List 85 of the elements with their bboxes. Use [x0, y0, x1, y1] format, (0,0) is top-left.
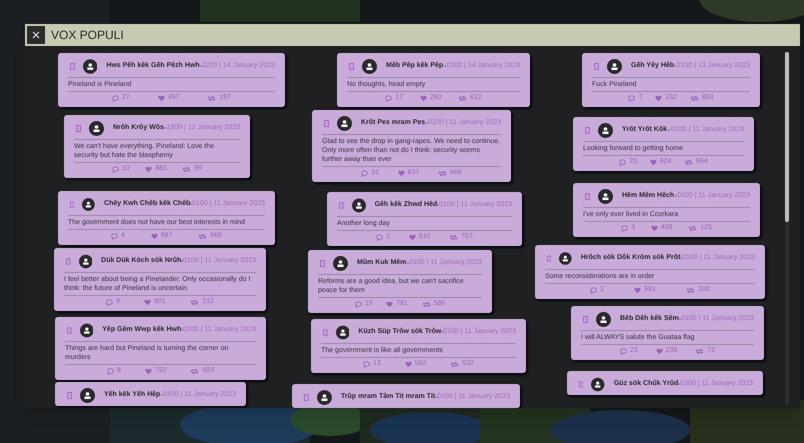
comment-icon	[620, 348, 627, 355]
repost-icon	[190, 368, 200, 375]
avatar-icon	[607, 58, 622, 74]
comment-icon	[106, 299, 114, 306]
avatar-icon	[80, 322, 94, 338]
comment-icon	[112, 166, 119, 173]
heart-icon	[150, 233, 158, 240]
comment-icon	[385, 95, 392, 102]
comment-icon	[112, 95, 119, 102]
bookmark-icon	[66, 258, 71, 264]
bookmark-icon	[67, 392, 72, 398]
repost-icon	[695, 348, 704, 355]
bookmark-icon	[547, 254, 552, 262]
scrollbar-thumb[interactable]	[785, 52, 789, 222]
bookmark-icon	[70, 200, 74, 208]
avatar-icon	[559, 250, 572, 266]
avatar-icon	[78, 254, 92, 268]
heart-icon	[386, 301, 394, 308]
comment-icon	[376, 234, 384, 241]
comment-icon	[361, 170, 368, 177]
heart-icon	[656, 348, 663, 355]
comment-icon	[106, 368, 114, 375]
heart-icon	[158, 95, 165, 102]
repost-icon	[688, 225, 698, 232]
bookmark-icon	[585, 126, 590, 134]
repost-icon	[182, 166, 192, 173]
avatar-icon	[89, 120, 104, 136]
bookmark-icon	[76, 124, 81, 132]
avatar-icon	[591, 376, 605, 392]
heart-icon	[144, 299, 152, 306]
avatar-icon	[596, 312, 611, 326]
bookmark-icon	[320, 260, 325, 266]
heart-icon	[145, 166, 152, 173]
bookmark-icon	[304, 394, 309, 400]
heart-icon	[650, 225, 658, 232]
bookmark-icon	[594, 62, 599, 70]
avatar-icon	[82, 196, 96, 212]
bookmark-icon	[339, 202, 344, 208]
repost-icon	[422, 301, 430, 308]
bookmark-icon	[579, 380, 584, 388]
avatar-icon	[337, 116, 352, 130]
repost-icon	[190, 299, 200, 306]
comment-icon	[620, 225, 628, 232]
heart-icon	[650, 159, 657, 166]
bookmark-icon	[583, 316, 588, 322]
heart-icon	[398, 170, 405, 177]
bookmark-icon	[323, 328, 328, 336]
repost-icon	[450, 361, 460, 368]
repost-icon	[207, 95, 216, 102]
heart-icon	[655, 95, 662, 102]
close-icon	[32, 31, 40, 39]
avatar-icon	[598, 122, 613, 138]
bookmark-icon	[585, 192, 590, 200]
close-button[interactable]	[27, 26, 45, 44]
comment-icon	[619, 159, 626, 166]
comment-icon	[628, 95, 636, 102]
repost-icon	[449, 234, 458, 241]
avatar-icon	[336, 324, 350, 340]
avatar-icon	[352, 198, 366, 212]
repost-icon	[686, 287, 696, 294]
bookmark-icon	[324, 120, 329, 126]
bookmark-icon	[67, 326, 72, 334]
comment-icon	[590, 287, 598, 294]
repost-icon	[684, 159, 693, 166]
window-title: VOX POPULI	[51, 27, 124, 44]
heart-icon	[144, 368, 152, 375]
avatar-icon	[80, 388, 95, 402]
heart-icon	[420, 95, 427, 102]
bookmark-icon	[349, 62, 354, 70]
comment-icon	[354, 301, 362, 308]
heart-icon	[404, 361, 412, 368]
avatar-icon	[362, 58, 377, 74]
repost-icon	[690, 95, 699, 102]
repost-icon	[458, 95, 467, 102]
comment-icon	[362, 361, 370, 368]
heart-icon	[408, 234, 416, 241]
bookmark-icon	[70, 62, 75, 70]
avatar-icon	[82, 58, 98, 74]
repost-icon	[198, 233, 208, 240]
avatar-icon	[598, 188, 613, 204]
comment-icon	[110, 233, 118, 240]
avatar-icon	[333, 256, 348, 270]
avatar-icon	[316, 390, 332, 404]
heart-icon	[634, 287, 642, 294]
repost-icon	[438, 170, 447, 177]
